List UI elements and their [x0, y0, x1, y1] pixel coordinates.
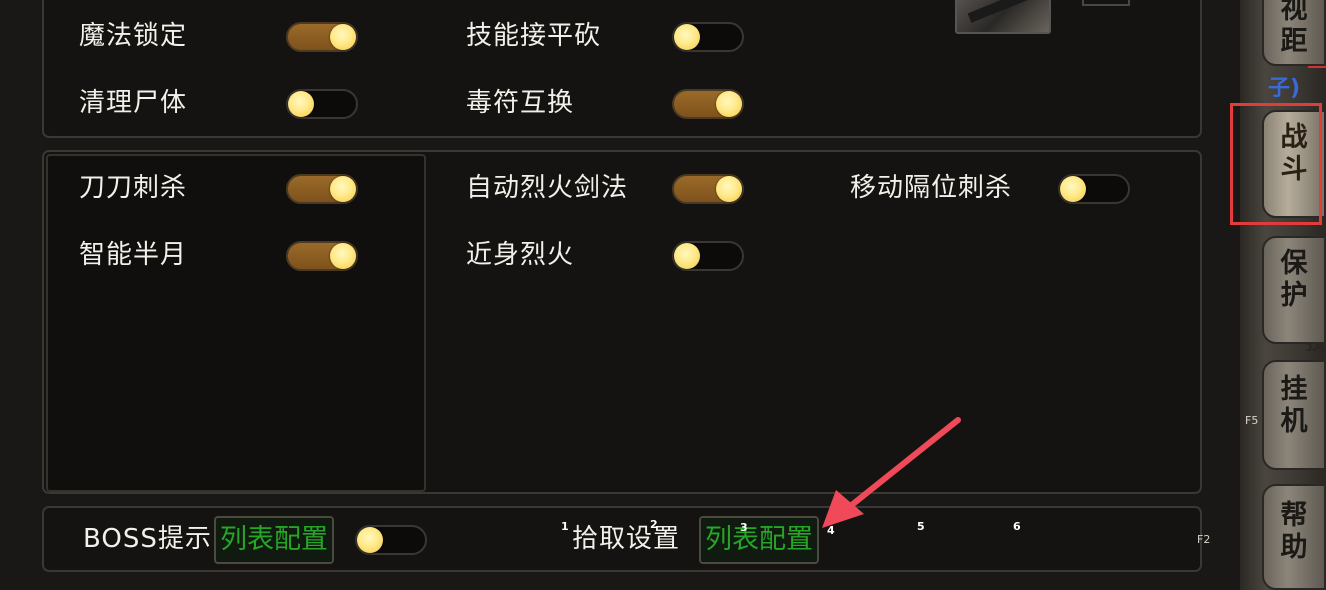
tab-auto-battle[interactable]: 挂 机 — [1262, 360, 1326, 470]
tab-char: 视 — [1280, 0, 1308, 25]
active-tab-highlight — [1230, 103, 1322, 225]
tab-char: 帮 — [1280, 500, 1308, 531]
annotation-arrow-icon — [822, 417, 961, 528]
tab-char: 助 — [1280, 532, 1308, 563]
tab-char: 保 — [1280, 248, 1308, 279]
sidebar-side-text: 子) — [1268, 76, 1301, 101]
tab-char: 挂 — [1280, 374, 1308, 405]
f5-key-label: F5 — [1245, 414, 1259, 427]
tab-char: 护 — [1280, 280, 1308, 311]
tab-view-distance[interactable]: 视 距 — [1262, 0, 1326, 66]
tab-help[interactable]: 帮 助 — [1262, 484, 1326, 590]
tab-char: 距 — [1280, 26, 1308, 57]
tab-char: 机 — [1280, 406, 1308, 437]
tab-protection[interactable]: 保 护 — [1262, 236, 1326, 344]
